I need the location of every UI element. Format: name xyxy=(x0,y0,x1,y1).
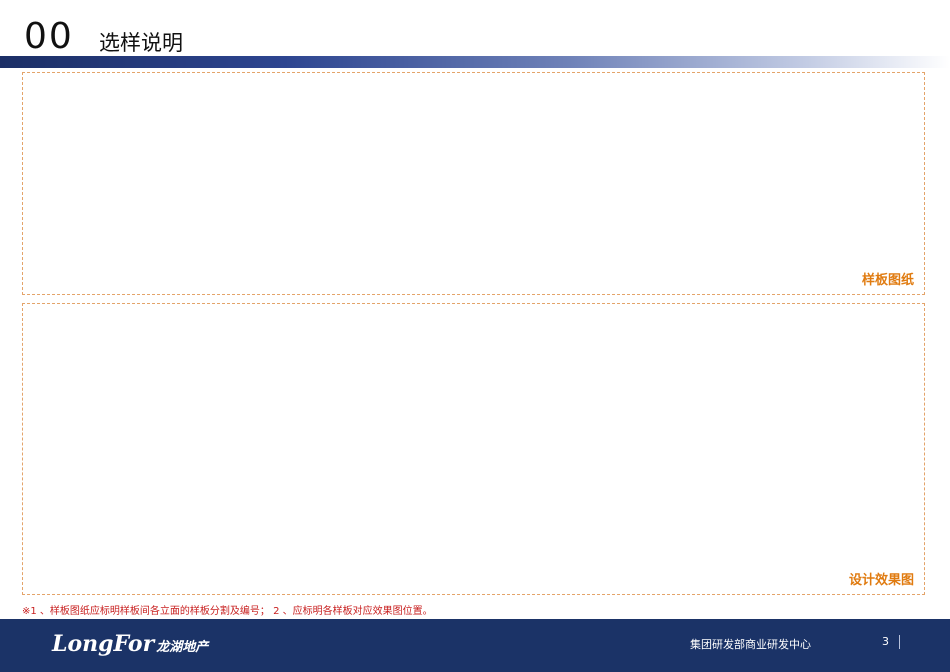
page-separator xyxy=(899,635,900,649)
sample-drawing-label: 样板图纸 xyxy=(861,273,914,288)
department-name: 集团研发部商业研发中心 xyxy=(690,638,811,651)
sample-drawing-panel: 样板图纸 xyxy=(22,72,925,295)
logo-text: LongFor xyxy=(52,631,155,657)
logo-chinese-text: 龙湖地产 xyxy=(156,640,209,655)
footer: LongFor 龙湖地产 集团研发部商业研发中心 3 xyxy=(0,619,950,672)
section-number: 00 xyxy=(24,16,74,57)
design-rendering-panel: 设计效果图 xyxy=(22,303,925,595)
design-rendering-label: 设计效果图 xyxy=(848,573,914,588)
page-title: 选样说明 xyxy=(99,31,183,55)
header-gradient-bar xyxy=(0,56,950,68)
page-number: 3 xyxy=(882,635,889,648)
footnote: ※1 、样板图纸应标明样板间各立面的样板分割及编号； 2 、应标明各样板对应效果… xyxy=(22,606,433,617)
longfor-logo: LongFor 龙湖地产 xyxy=(52,629,208,663)
